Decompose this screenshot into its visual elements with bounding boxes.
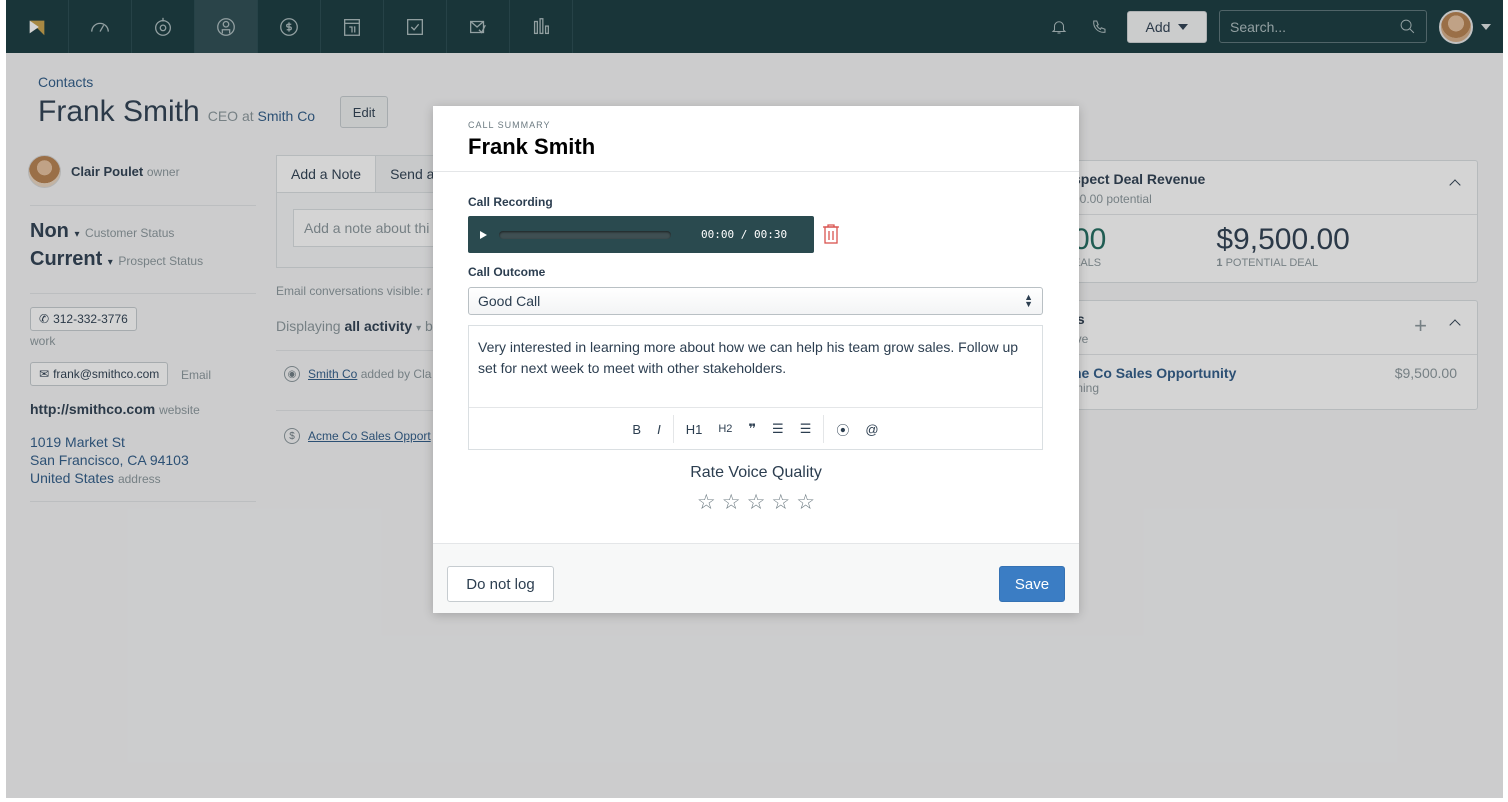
star-icon[interactable]: ☆	[722, 490, 741, 515]
editor-toolbar: B I H1 H2 ❞ ☰ ☰ ⦿ @	[469, 408, 1042, 450]
voice-quality-rating: ☆ ☆ ☆ ☆ ☆	[433, 490, 1079, 515]
app-frame: Add Search... Contacts Frank Smith CEO a…	[6, 0, 1503, 798]
numbered-list-icon[interactable]: ☰	[792, 421, 820, 437]
recording-label: Call Recording	[468, 195, 553, 209]
save-button[interactable]: Save	[999, 566, 1065, 602]
delete-recording-button[interactable]	[821, 223, 841, 250]
mention-button[interactable]: @	[857, 422, 886, 437]
link-icon[interactable]: ⦿	[828, 420, 857, 439]
call-outcome-value: Good Call	[478, 293, 541, 309]
rate-voice-title: Rate Voice Quality	[690, 464, 822, 481]
call-summary-modal: CALL SUMMARY Frank Smith Call Recording …	[433, 106, 1079, 613]
select-arrows-icon: ▲ ▼	[1024, 292, 1033, 309]
outcome-label: Call Outcome	[468, 265, 546, 279]
toolbar-separator	[672, 415, 674, 443]
call-outcome-select[interactable]: Good Call ▲ ▼	[468, 287, 1043, 315]
modal-header: CALL SUMMARY Frank Smith	[433, 106, 1079, 172]
italic-button[interactable]: I	[649, 422, 669, 437]
audio-progress-track[interactable]	[499, 230, 671, 239]
h1-button[interactable]: H1	[678, 422, 711, 437]
audio-player: 00:00 / 00:30	[468, 216, 814, 253]
bullet-list-icon[interactable]: ☰	[764, 421, 792, 437]
star-icon[interactable]: ☆	[747, 490, 766, 515]
call-notes-textarea[interactable]: Very interested in learning more about h…	[469, 326, 1042, 408]
do-not-log-button[interactable]: Do not log	[447, 566, 554, 602]
call-notes-editor: Very interested in learning more about h…	[468, 325, 1043, 450]
star-icon[interactable]: ☆	[771, 490, 790, 515]
modal-title: Frank Smith	[468, 134, 596, 159]
trash-icon	[823, 224, 839, 244]
modal-footer: Do not log Save	[433, 543, 1079, 613]
audio-time: 00:00 / 00:30	[701, 228, 788, 241]
play-icon[interactable]	[480, 230, 487, 239]
h2-button[interactable]: H2	[710, 423, 740, 435]
quote-icon[interactable]: ❞	[740, 421, 764, 437]
star-icon[interactable]: ☆	[697, 490, 716, 515]
star-icon[interactable]: ☆	[796, 490, 815, 515]
modal-overline: CALL SUMMARY	[468, 120, 551, 130]
bold-button[interactable]: B	[624, 422, 649, 437]
toolbar-separator	[823, 415, 825, 443]
